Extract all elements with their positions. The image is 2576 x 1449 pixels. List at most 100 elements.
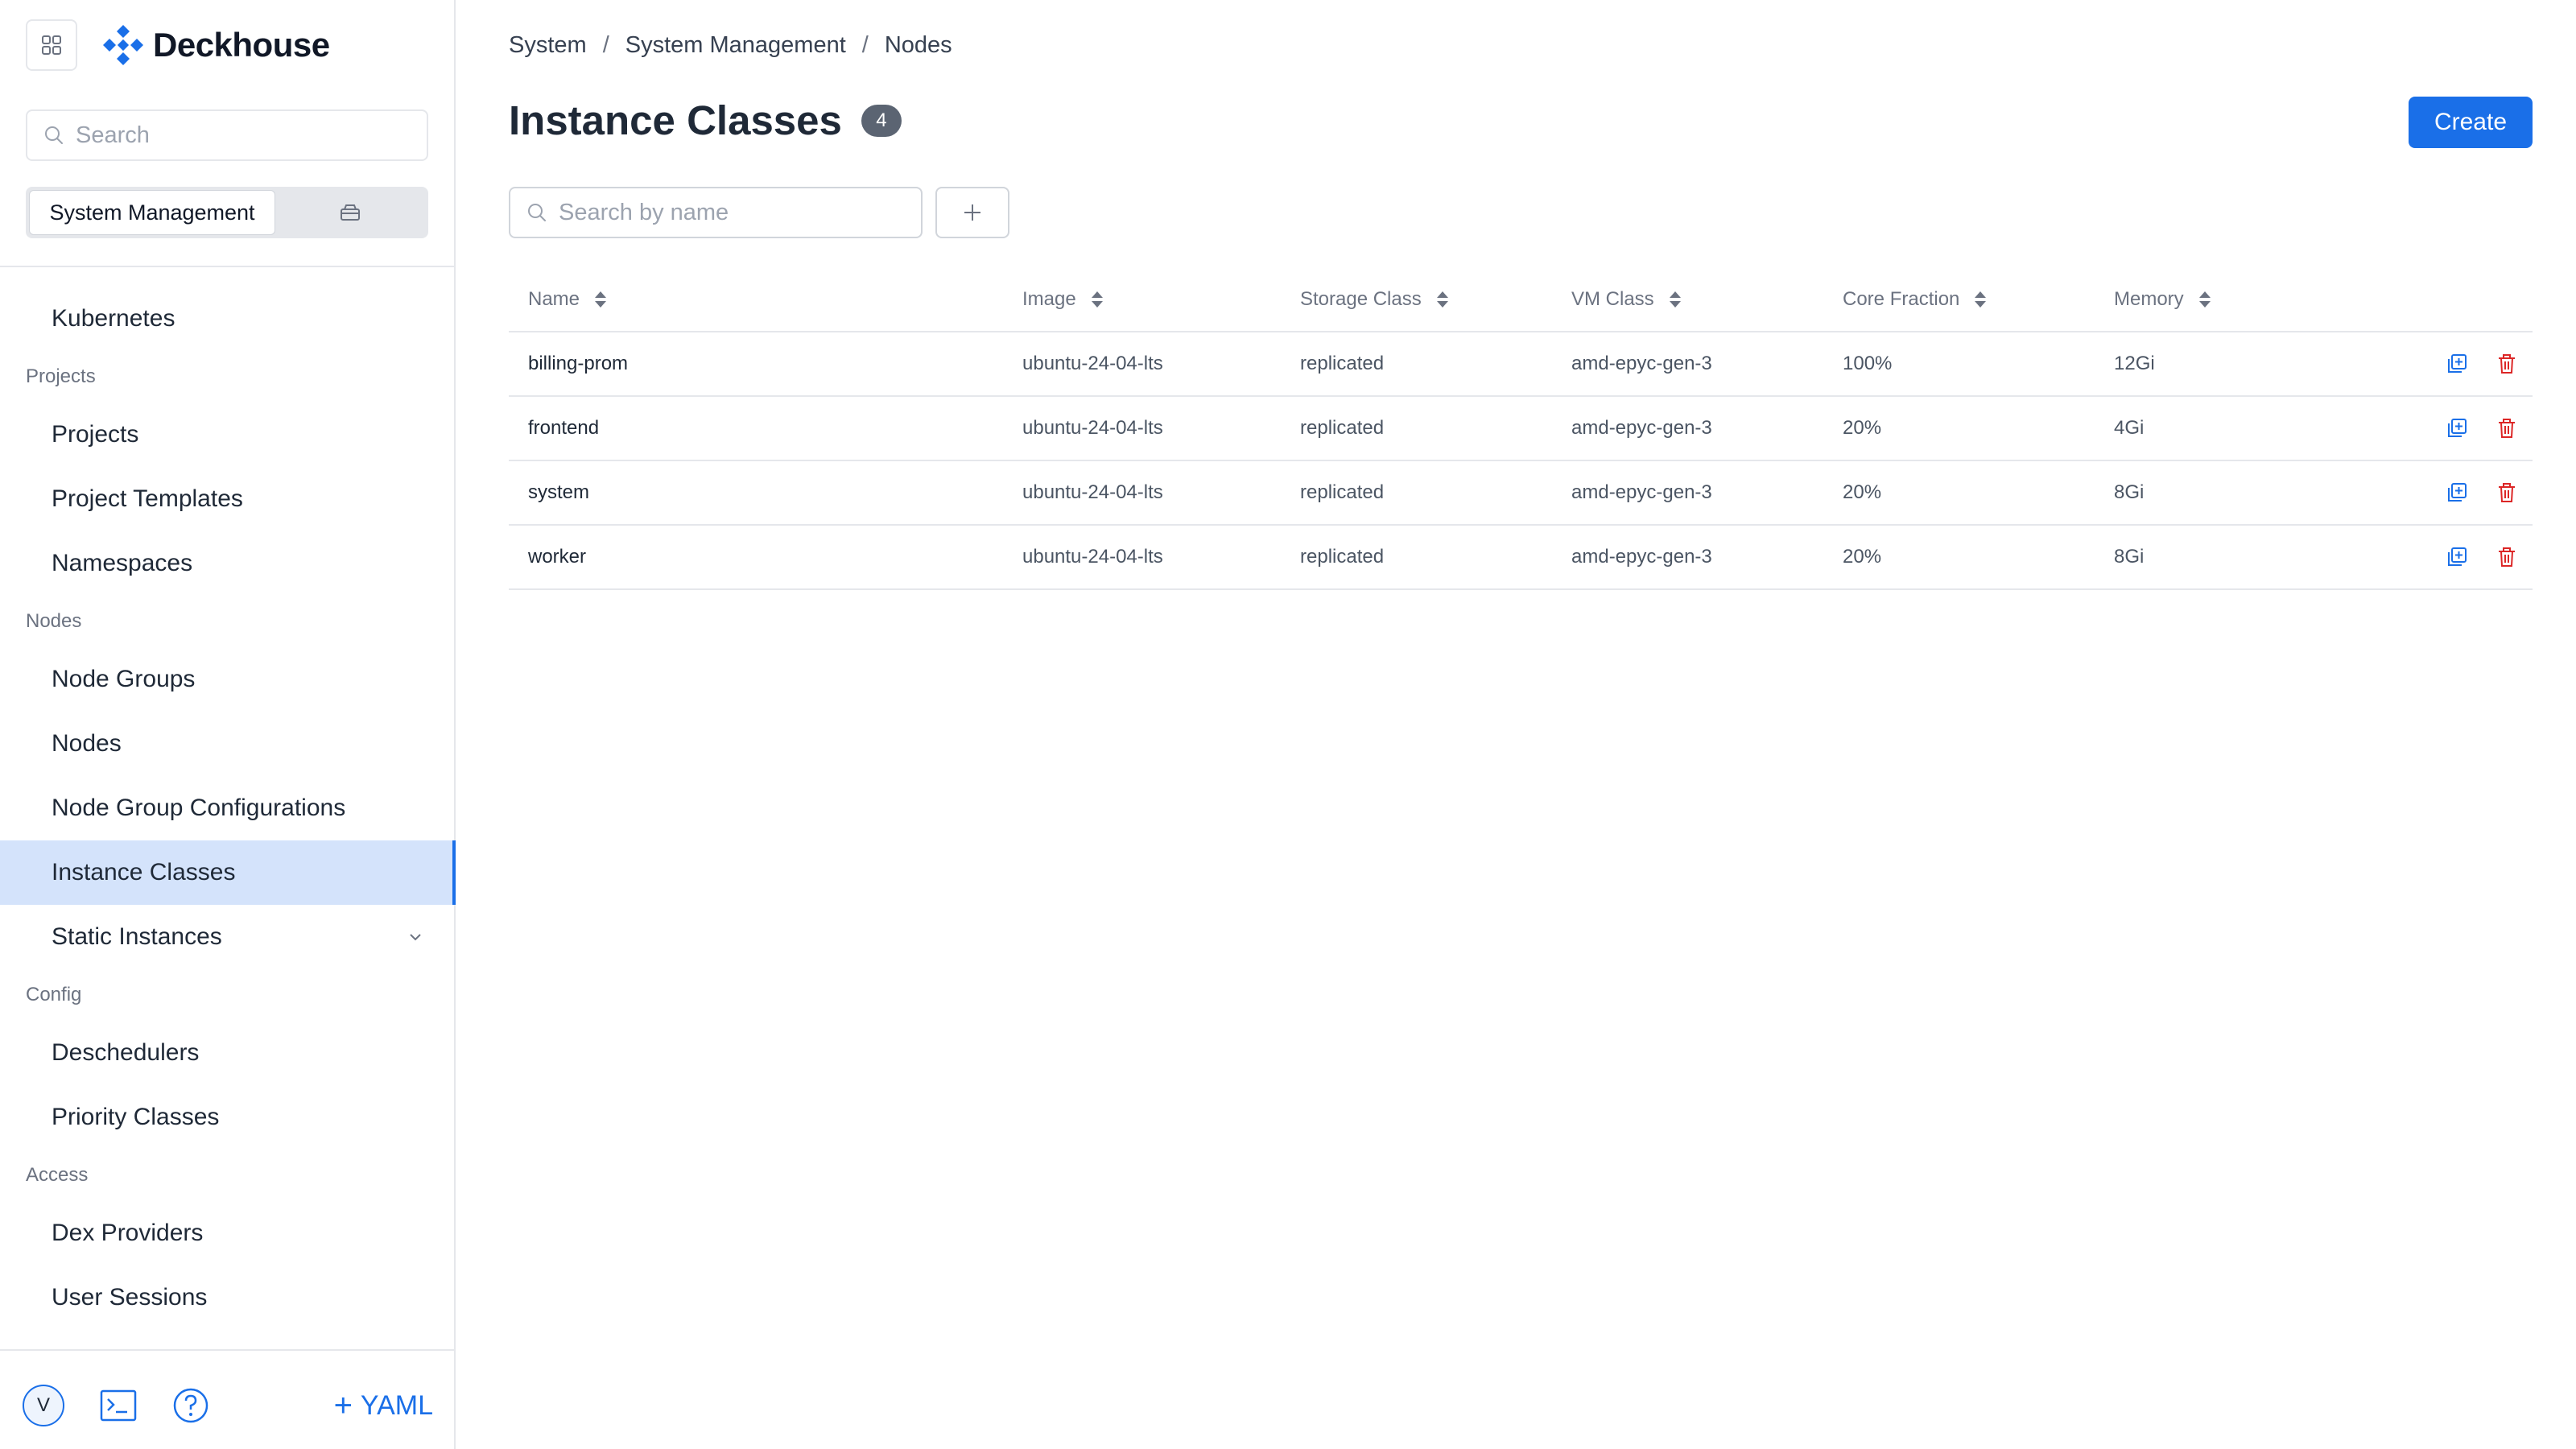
- search-by-name-input[interactable]: Search by name: [509, 187, 923, 238]
- breadcrumb-item-system[interactable]: System: [509, 32, 587, 59]
- sidebar-item-label: Priority Classes: [52, 1104, 220, 1130]
- cell-memory: 4Gi: [2095, 396, 2366, 461]
- cell-image: ubuntu-24-04-lts: [1003, 332, 1281, 397]
- sidebar-item-label: Node Group Configurations: [52, 795, 346, 821]
- breadcrumb-item-nodes[interactable]: Nodes: [885, 32, 952, 59]
- sidebar-item-user-sessions[interactable]: User Sessions: [0, 1265, 454, 1330]
- cell-storage-class: replicated: [1281, 332, 1552, 397]
- chevron-down-icon[interactable]: [406, 927, 425, 947]
- archive-icon: [341, 204, 360, 221]
- segment-archive[interactable]: [275, 190, 425, 235]
- sidebar-item-instance-classes[interactable]: Instance Classes: [0, 840, 456, 905]
- plus-icon: [964, 204, 980, 221]
- add-yaml-button[interactable]: + YAML: [334, 1389, 433, 1422]
- copy-icon: [2448, 547, 2467, 567]
- sidebar-item-namespaces[interactable]: Namespaces: [0, 531, 454, 596]
- column-header-label: Image: [1022, 287, 1076, 310]
- table-row[interactable]: frontend ubuntu-24-04-lts replicated amd-ep…: [509, 396, 2533, 461]
- search-icon: [528, 204, 546, 221]
- cell-memory: 8Gi: [2095, 525, 2366, 590]
- copy-button[interactable]: [2446, 481, 2468, 504]
- nav-section-access: Access: [0, 1150, 454, 1201]
- create-button[interactable]: Create: [2409, 97, 2533, 148]
- table-row[interactable]: worker ubuntu-24-04-lts replicated amd-epyc…: [509, 525, 2533, 590]
- add-filter-button[interactable]: [935, 187, 1009, 238]
- column-header-name[interactable]: Name: [509, 267, 1003, 332]
- cell-name[interactable]: worker: [509, 525, 1003, 590]
- sidebar-item-projects[interactable]: Projects: [0, 402, 454, 467]
- sidebar: Deckhouse Search System Management Kuber…: [0, 0, 456, 1449]
- sort-icon[interactable]: [2197, 289, 2213, 310]
- sidebar-item-project-templates[interactable]: Project Templates: [0, 467, 454, 531]
- delete-button[interactable]: [2496, 417, 2518, 440]
- search-icon: [45, 126, 63, 144]
- sort-icon[interactable]: [1435, 289, 1451, 310]
- sort-icon[interactable]: [1972, 289, 1988, 310]
- cell-storage-class: replicated: [1281, 460, 1552, 526]
- nav-section-projects: Projects: [0, 351, 454, 402]
- breadcrumb-item-system-management[interactable]: System Management: [625, 32, 846, 59]
- sidebar-item-label: Namespaces: [52, 550, 193, 576]
- sidebar-item-label: Instance Classes: [52, 859, 236, 886]
- sidebar-item-static-instances[interactable]: Static Instances: [0, 905, 454, 969]
- cell-name[interactable]: billing-prom: [509, 332, 1003, 397]
- help-icon: [173, 1388, 208, 1423]
- sidebar-item-label: Deschedulers: [52, 1039, 200, 1066]
- cell-vm-class: amd-epyc-gen-3: [1552, 332, 1823, 397]
- column-header-actions: [2366, 267, 2533, 332]
- search-by-name-placeholder: Search by name: [559, 199, 729, 225]
- column-header-core-fraction[interactable]: Core Fraction: [1823, 267, 2095, 332]
- sidebar-item-kubernetes[interactable]: Kubernetes: [0, 287, 454, 351]
- sidebar-item-label: Static Instances: [52, 923, 222, 950]
- terminal-button[interactable]: [100, 1389, 137, 1422]
- column-header-label: Name: [528, 287, 580, 310]
- sidebar-search-placeholder: Search: [76, 122, 150, 148]
- nav-section-config: Config: [0, 969, 454, 1021]
- column-header-memory[interactable]: Memory: [2095, 267, 2366, 332]
- sidebar-item-label: Dex Providers: [52, 1220, 204, 1246]
- cell-name[interactable]: frontend: [509, 396, 1003, 461]
- table-body: billing-prom ubuntu-24-04-lts replicated am…: [509, 332, 2533, 590]
- help-button[interactable]: [172, 1387, 209, 1424]
- sidebar-item-node-group-configurations[interactable]: Node Group Configurations: [0, 776, 454, 840]
- deckhouse-logo-icon: [103, 25, 143, 65]
- sidebar-item-nodes[interactable]: Nodes: [0, 712, 454, 776]
- sidebar-item-node-groups[interactable]: Node Groups: [0, 647, 454, 712]
- user-avatar[interactable]: V: [23, 1385, 64, 1426]
- copy-icon: [2448, 483, 2467, 502]
- delete-button[interactable]: [2496, 546, 2518, 568]
- copy-button[interactable]: [2446, 353, 2468, 375]
- table-header-row: Name Image Storage Class VM Class Core Fract…: [509, 267, 2533, 332]
- column-header-storage-class[interactable]: Storage Class: [1281, 267, 1552, 332]
- cell-vm-class: amd-epyc-gen-3: [1552, 460, 1823, 526]
- table-row[interactable]: billing-prom ubuntu-24-04-lts replicated am…: [509, 332, 2533, 397]
- sidebar-item-dex-providers[interactable]: Dex Providers: [0, 1201, 454, 1265]
- cell-core-fraction: 20%: [1823, 396, 2095, 461]
- column-header-image[interactable]: Image: [1003, 267, 1281, 332]
- row-actions: [2366, 396, 2533, 461]
- sidebar-search-input[interactable]: Search: [26, 109, 428, 161]
- brand-logo[interactable]: Deckhouse: [101, 23, 330, 67]
- column-header-vm-class[interactable]: VM Class: [1552, 267, 1823, 332]
- delete-button[interactable]: [2496, 353, 2518, 375]
- trash-icon: [2499, 419, 2515, 439]
- plus-icon: +: [333, 1388, 353, 1423]
- cell-core-fraction: 20%: [1823, 460, 2095, 526]
- table-row[interactable]: system ubuntu-24-04-lts replicated amd-epyc…: [509, 460, 2533, 526]
- breadcrumb: System / System Management / Nodes: [509, 32, 952, 59]
- copy-button[interactable]: [2446, 546, 2468, 568]
- segment-system-management[interactable]: System Management: [29, 190, 275, 235]
- sidebar-item-deschedulers[interactable]: Deschedulers: [0, 1021, 454, 1085]
- cell-name[interactable]: system: [509, 460, 1003, 526]
- sort-icon[interactable]: [1089, 289, 1105, 310]
- trash-icon: [2499, 354, 2515, 374]
- apps-grid-button[interactable]: [26, 19, 77, 71]
- sort-icon[interactable]: [592, 289, 609, 310]
- delete-button[interactable]: [2496, 481, 2518, 504]
- sort-icon[interactable]: [1667, 289, 1683, 310]
- sidebar-item-label: Node Groups: [52, 666, 196, 692]
- copy-button[interactable]: [2446, 417, 2468, 440]
- sidebar-item-priority-classes[interactable]: Priority Classes: [0, 1085, 454, 1150]
- column-header-label: Core Fraction: [1843, 287, 1960, 310]
- row-actions: [2366, 525, 2533, 590]
